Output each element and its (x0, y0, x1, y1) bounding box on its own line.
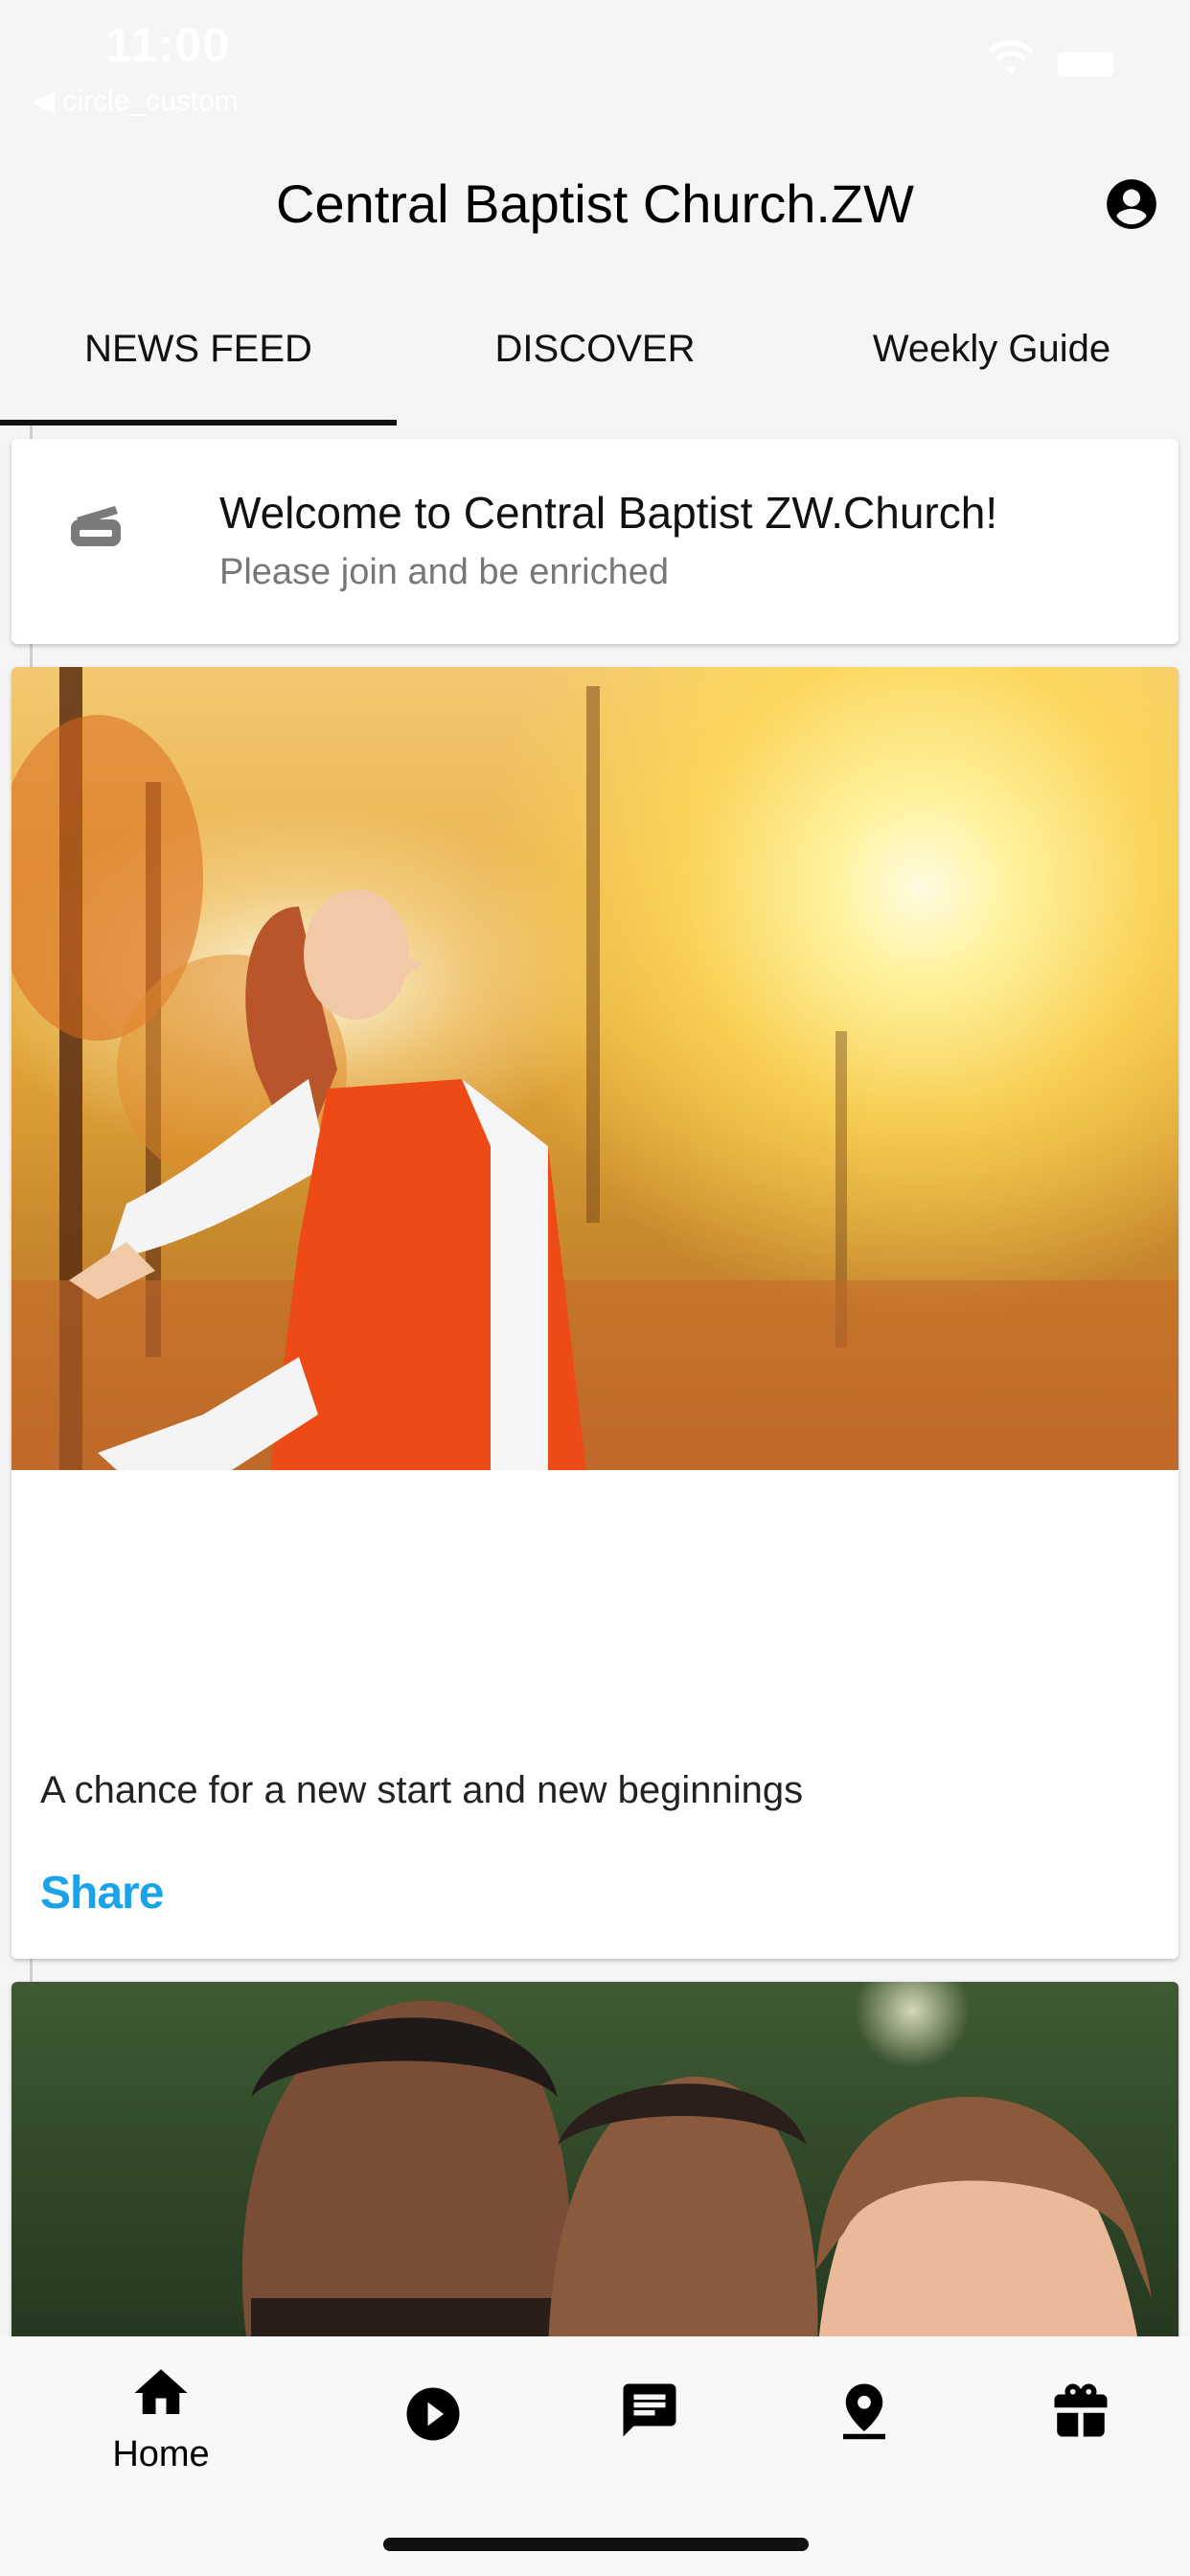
wifi-icon (988, 40, 1034, 75)
back-to-app-link[interactable]: ◀ circle_custom (33, 84, 239, 118)
welcome-subtitle: Please join and be enriched (219, 552, 670, 592)
account-circle-icon[interactable] (1102, 174, 1161, 234)
printer-icon (71, 506, 121, 546)
nav-location[interactable] (807, 2379, 922, 2442)
app-screen: 11:00 ◀ circle_custom Central Baptist Ch… (0, 0, 1190, 2576)
message-icon (623, 2383, 676, 2437)
tab-news-feed[interactable]: NEWS FEED (0, 307, 397, 426)
welcome-card[interactable]: Welcome to Central Baptist ZW.Church! Pl… (11, 439, 1179, 644)
status-time: 11:00 (105, 18, 231, 72)
nav-home[interactable]: Home (103, 2361, 218, 2475)
app-header: Central Baptist Church.ZW (0, 153, 1190, 259)
tab-label: DISCOVER (494, 328, 696, 370)
battery-icon (1058, 52, 1113, 77)
gift-icon (1054, 2383, 1108, 2437)
tab-label: NEWS FEED (84, 328, 312, 370)
post-image[interactable] (11, 667, 1179, 1470)
nav-give[interactable] (1023, 2379, 1138, 2442)
welcome-title: Welcome to Central Baptist ZW.Church! (219, 488, 998, 538)
tab-weekly-guide[interactable]: Weekly Guide (793, 307, 1190, 426)
post-image[interactable] (11, 1982, 1179, 2365)
page-title: Central Baptist Church.ZW (276, 173, 914, 234)
home-indicator[interactable] (383, 2538, 809, 2551)
location-icon (843, 2383, 885, 2440)
play-circle-icon (406, 2387, 460, 2441)
tab-bar: NEWS FEED DISCOVER Weekly Guide (0, 307, 1190, 426)
nav-media[interactable] (376, 2382, 491, 2446)
post-caption: A chance for a new start and new beginni… (40, 1769, 804, 1811)
share-button[interactable]: Share (40, 1867, 164, 1920)
tab-discover[interactable]: DISCOVER (397, 307, 793, 426)
post-card[interactable] (11, 1982, 1179, 2365)
tab-label: Weekly Guide (872, 328, 1111, 370)
nav-messages[interactable] (592, 2379, 707, 2442)
post-card[interactable]: A chance for a new start and new beginni… (11, 667, 1179, 1959)
status-bar: 11:00 ◀ circle_custom (0, 0, 1190, 125)
home-icon (134, 2369, 188, 2414)
nav-label: Home (112, 2434, 210, 2474)
